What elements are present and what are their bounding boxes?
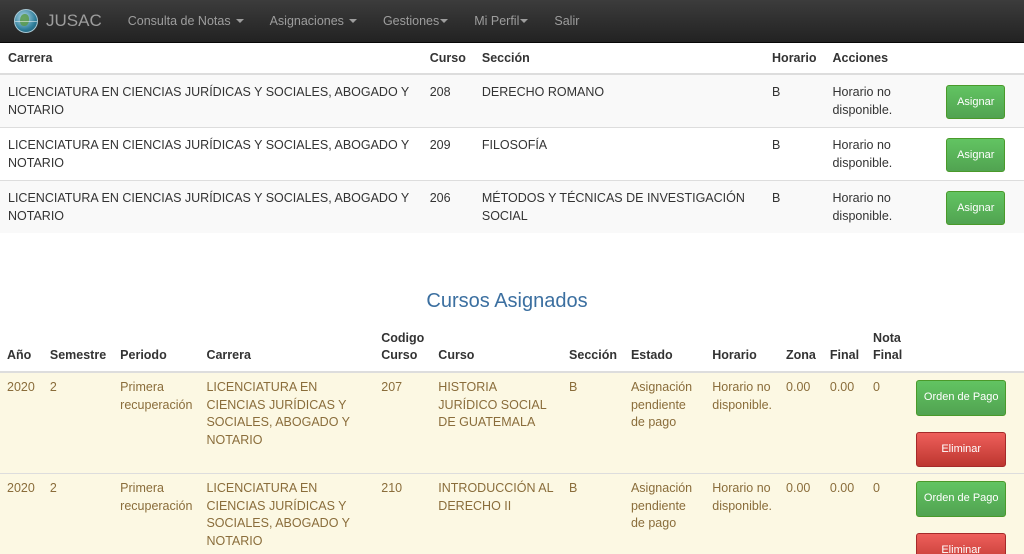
asignar-button[interactable]: Asignar — [946, 138, 1006, 172]
cell-curso: 209 — [421, 127, 474, 181]
table-row: LICENCIATURA EN CIENCIAS JURÍDICAS Y SOC… — [0, 180, 1024, 233]
cell-acciones: Horario no disponible. — [824, 180, 939, 233]
header-anio: Año — [0, 326, 43, 373]
header-periodo: Periodo — [113, 326, 200, 373]
cell-horario: Horario no disponible. — [705, 473, 780, 554]
nav-gestiones[interactable]: Gestiones — [382, 14, 449, 28]
header-zona: Zona — [779, 326, 823, 373]
cell-carrera: LICENCIATURA EN CIENCIAS JURÍDICAS Y SOC… — [199, 371, 375, 474]
cell-horario: B — [764, 73, 825, 128]
brand-name: JUSAC — [46, 11, 102, 30]
nav-asignaciones[interactable]: Asignaciones — [270, 14, 357, 28]
header-seccion: Sección — [562, 326, 624, 373]
caret-down-icon — [235, 19, 244, 23]
header-seccion: Sección — [473, 43, 765, 75]
header-codigo-curso: Codigo Curso — [374, 326, 432, 373]
cell-button: Asignar — [938, 127, 1024, 181]
cell-estado: Asignación pendiente de pago — [623, 371, 706, 474]
cell-final: 0.00 — [822, 371, 867, 474]
nav-label: Gestiones — [382, 14, 440, 28]
cell-curso: 206 — [421, 180, 474, 233]
nav-label: Mi Perfil — [474, 14, 520, 28]
cell-anio: 2020 — [0, 473, 43, 554]
nav-mi-perfil[interactable]: Mi Perfil — [474, 14, 529, 28]
cell-final: 0.00 — [822, 473, 867, 554]
cell-seccion: B — [562, 473, 624, 554]
header-nota-final: Nota Final — [866, 326, 910, 373]
cell-zona: 0.00 — [779, 473, 823, 554]
cell-zona: 0.00 — [779, 371, 823, 474]
cell-nota-final: 0 — [866, 371, 910, 474]
cell-carrera: LICENCIATURA EN CIENCIAS JURÍDICAS Y SOC… — [0, 127, 422, 181]
cell-periodo: Primera recuperación — [113, 473, 200, 554]
cell-horario: B — [764, 180, 825, 233]
cell-carrera: LICENCIATURA EN CIENCIAS JURÍDICAS Y SOC… — [199, 473, 375, 554]
cell-anio: 2020 — [0, 371, 43, 474]
cell-seccion: FILOSOFÍA — [473, 127, 765, 181]
caret-down-icon — [440, 19, 449, 23]
eliminar-button[interactable]: Eliminar — [916, 532, 1007, 554]
table-row: LICENCIATURA EN CIENCIAS JURÍDICAS Y SOC… — [0, 73, 1024, 128]
cell-acciones: Horario no disponible. — [824, 127, 939, 181]
asignar-button[interactable]: Asignar — [946, 85, 1006, 119]
table-row: 2020 2 Primera recuperación LICENCIATURA… — [0, 371, 1024, 474]
cell-carrera: LICENCIATURA EN CIENCIAS JURÍDICAS Y SOC… — [0, 180, 422, 233]
assigned-courses-table: Año Semestre Periodo Carrera Codigo Curs… — [0, 326, 1024, 554]
header-horario: Horario — [705, 326, 780, 373]
cell-periodo: Primera recuperación — [113, 371, 200, 474]
cell-semestre: 2 — [42, 371, 114, 474]
caret-down-icon — [520, 19, 529, 23]
eliminar-button[interactable]: Eliminar — [916, 431, 1007, 467]
cell-seccion: DERECHO ROMANO — [473, 73, 765, 128]
cell-curso: 208 — [421, 73, 474, 128]
orden-de-pago-button[interactable]: Orden de Pago — [916, 380, 1007, 416]
cell-horario: Horario no disponible. — [705, 371, 780, 474]
table-row: LICENCIATURA EN CIENCIAS JURÍDICAS Y SOC… — [0, 127, 1024, 181]
section-title: Cursos Asignados — [426, 290, 588, 312]
cell-carrera: LICENCIATURA EN CIENCIAS JURÍDICAS Y SOC… — [0, 73, 422, 128]
table-row: 2020 2 Primera recuperación LICENCIATURA… — [0, 473, 1024, 554]
cell-horario: B — [764, 127, 825, 181]
header-carrera: Carrera — [0, 43, 422, 75]
header-estado: Estado — [623, 326, 706, 373]
cell-seccion: MÉTODOS Y TÉCNICAS DE INVESTIGACIÓN SOCI… — [473, 180, 765, 233]
top-navbar: JUSAC Consulta de Notas Asignaciones Ges… — [0, 0, 1024, 43]
nav-label: Salir — [554, 14, 580, 28]
available-courses-table: Carrera Curso Sección Horario Acciones L… — [0, 43, 1024, 233]
nav-label: Asignaciones — [269, 14, 344, 28]
nav-label: Consulta de Notas — [127, 14, 231, 28]
cell-curso: HISTORIA JURÍDICO SOCIAL DE GUATEMALA — [431, 371, 563, 474]
cell-curso: INTRODUCCIÓN AL DERECHO II — [431, 473, 563, 554]
header-final: Final — [822, 326, 867, 373]
orden-de-pago-button[interactable]: Orden de Pago — [916, 481, 1007, 517]
cell-acciones: Horario no disponible. — [824, 73, 939, 128]
asignar-button[interactable]: Asignar — [946, 191, 1006, 225]
brand-link[interactable]: JUSAC — [14, 9, 102, 33]
cell-actions: Orden de Pago Eliminar — [909, 473, 1024, 554]
globe-logo-icon — [14, 9, 38, 33]
header-curso: Curso — [421, 43, 474, 75]
header-horario: Horario — [764, 43, 825, 75]
header-semestre: Semestre — [42, 326, 114, 373]
table-header: Año Semestre Periodo Carrera Codigo Curs… — [0, 326, 1024, 373]
cell-actions: Orden de Pago Eliminar — [909, 371, 1024, 474]
header-curso: Curso — [431, 326, 563, 373]
cell-codigo-curso: 210 — [374, 473, 432, 554]
header-acciones: Acciones — [824, 43, 939, 75]
cell-button: Asignar — [938, 180, 1024, 233]
cell-codigo-curso: 207 — [374, 371, 432, 474]
table-header: Carrera Curso Sección Horario Acciones — [0, 43, 1024, 75]
cell-nota-final: 0 — [866, 473, 910, 554]
nav-salir[interactable]: Salir — [554, 14, 579, 28]
header-empty — [909, 326, 1024, 373]
cell-seccion: B — [562, 371, 624, 474]
caret-down-icon — [348, 19, 357, 23]
header-empty — [938, 43, 1024, 75]
nav-consulta-notas[interactable]: Consulta de Notas — [128, 14, 244, 28]
cell-semestre: 2 — [42, 473, 114, 554]
cell-estado: Asignación pendiente de pago — [623, 473, 706, 554]
cell-button: Asignar — [938, 73, 1024, 128]
header-carrera: Carrera — [199, 326, 375, 373]
